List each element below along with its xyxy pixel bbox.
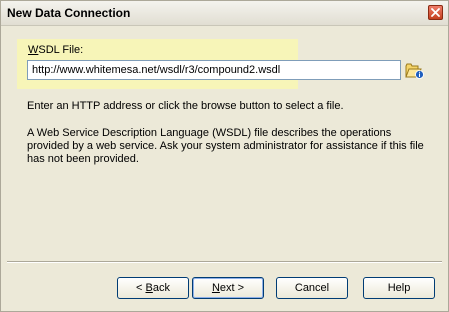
back-accel: B	[145, 282, 153, 294]
wsdl-label-text: SDL File:	[38, 44, 84, 56]
close-icon	[431, 8, 440, 17]
wsdl-file-label: WSDL File:	[28, 44, 83, 56]
dialog-window: New Data Connection WSDL File: Enter an …	[0, 0, 449, 312]
back-button[interactable]: < Back	[117, 277, 189, 299]
wsdl-label-accel: W	[28, 44, 39, 56]
description-text: A Web Service Description Language (WSDL…	[27, 127, 424, 165]
close-button[interactable]	[428, 5, 443, 20]
folder-open-icon	[405, 63, 424, 79]
window-title: New Data Connection	[7, 6, 131, 20]
back-prefix: <	[136, 282, 146, 294]
next-accel: N	[211, 282, 220, 294]
browse-button[interactable]	[405, 61, 425, 80]
next-label: ext >	[219, 282, 245, 294]
next-button[interactable]: Next >	[192, 277, 264, 299]
separator	[7, 261, 442, 263]
hint-text: Enter an HTTP address or click the brows…	[27, 100, 344, 112]
back-label: ack	[152, 282, 170, 294]
cancel-button[interactable]: Cancel	[276, 277, 348, 299]
help-button[interactable]: Help	[363, 277, 435, 299]
wsdl-url-input[interactable]	[27, 60, 401, 80]
title-bar[interactable]: New Data Connection	[1, 1, 448, 26]
